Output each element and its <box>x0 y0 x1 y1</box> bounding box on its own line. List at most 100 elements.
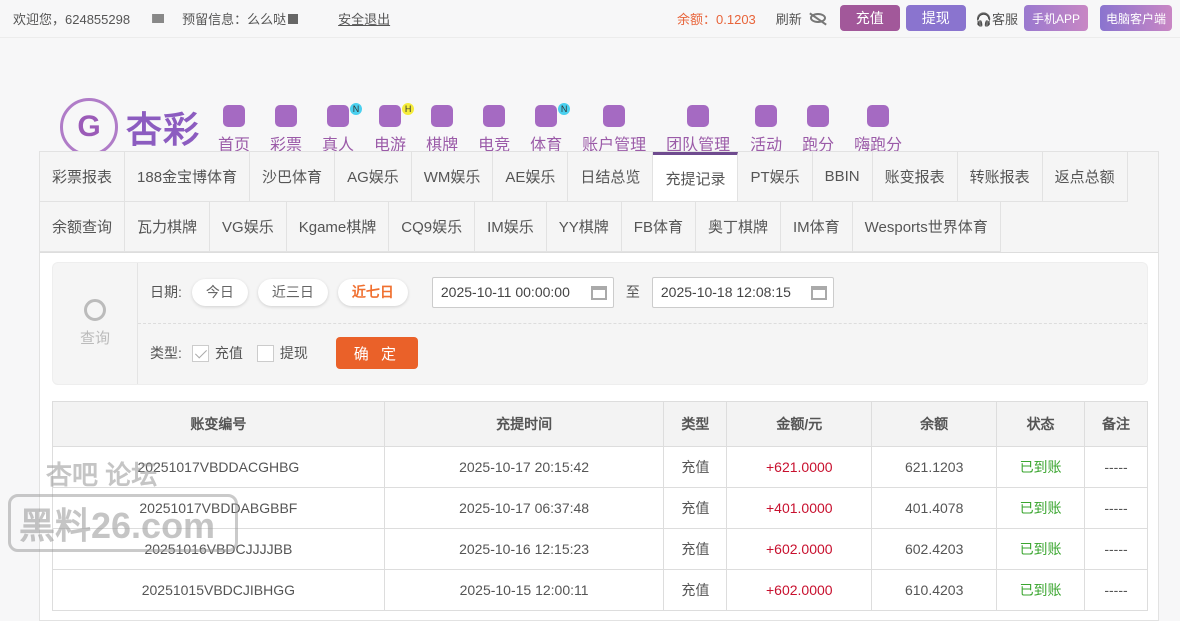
tab-item[interactable]: IM体育 <box>780 202 853 252</box>
nav-badge: N <box>350 103 363 115</box>
nav-icon <box>327 105 350 127</box>
tab-item[interactable]: 余额查询 <box>40 202 126 252</box>
start-date-input[interactable]: 2025-10-11 00:00:00 <box>431 276 614 308</box>
nav-item[interactable]: 体育 N <box>530 103 571 155</box>
nav-item[interactable]: 彩票 <box>270 105 302 155</box>
nav-icon <box>431 105 454 127</box>
table-cell: +602.0000 <box>726 528 873 570</box>
table-cell: 充值 <box>663 569 728 611</box>
table-cell: 已到账 <box>996 528 1086 570</box>
search-icon <box>84 299 106 321</box>
tab-item[interactable]: 188金宝博体育 <box>125 152 251 202</box>
pc-client-button[interactable]: 电脑客户端 <box>1100 5 1172 31</box>
tab-item[interactable]: AG娱乐 <box>335 152 412 202</box>
nav-item[interactable]: 真人 N <box>322 103 363 155</box>
filter-box: 查询 日期: 今日 近三日 近七日 2025-10-11 00:00:00 至 … <box>52 262 1148 385</box>
three-days-button[interactable]: 近三日 <box>257 278 328 306</box>
table-cell: 2025-10-17 06:37:48 <box>383 487 665 529</box>
seven-days-button[interactable]: 近七日 <box>337 278 408 306</box>
edit-icon[interactable] <box>288 13 299 24</box>
nav-icon <box>483 105 506 127</box>
today-button[interactable]: 今日 <box>191 278 248 306</box>
table-cell: 610.4203 <box>871 569 998 611</box>
deposit-checkbox-label: 充值 <box>214 345 243 361</box>
calendar-icon[interactable] <box>590 285 607 300</box>
table-row: 20251016VBDCJJJJBB 2025-10-16 12:15:23 充值 +… <box>52 528 1148 570</box>
nav-item[interactable]: 跑分 <box>802 105 834 155</box>
nav-item[interactable]: 嗨跑分 <box>854 105 902 155</box>
nav-item[interactable]: 首页 <box>218 105 250 155</box>
report-tabs: 彩票报表 188金宝博体育 沙巴体育 AG娱乐 WM娱乐 AE娱乐 日结总览 充提记录 PT娱乐… <box>40 152 1158 253</box>
tab-item[interactable]: YY棋牌 <box>546 202 622 252</box>
tab-item[interactable]: PT娱乐 <box>738 152 813 202</box>
tab-item[interactable]: WM娱乐 <box>411 152 494 202</box>
nav-item[interactable]: 棋牌 <box>426 105 458 155</box>
deposit-checkbox[interactable] <box>191 344 209 362</box>
nav-icon <box>807 105 830 127</box>
end-date-value: 2025-10-18 12:08:15 <box>660 284 791 300</box>
nav-badge: N <box>558 103 571 115</box>
tab-item[interactable]: 彩票报表 <box>40 152 126 202</box>
logo-name: 杏彩 <box>126 109 201 150</box>
column-header: 充提时间 <box>383 401 665 447</box>
table-cell: 602.4203 <box>871 528 998 570</box>
nav-item[interactable]: 账户管理 <box>582 105 646 155</box>
table-cell: 20251016VBDCJJJJBB <box>52 528 385 570</box>
tab-item[interactable]: VG娱乐 <box>210 202 287 252</box>
tab-item[interactable]: Wesports世界体育 <box>852 202 1001 252</box>
tab-item[interactable]: 账变报表 <box>872 152 958 202</box>
table-cell: 已到账 <box>996 446 1086 488</box>
nav-item[interactable]: 团队管理 <box>666 105 730 155</box>
tab-item[interactable]: Kgame棋牌 <box>286 202 390 252</box>
table-cell: 充值 <box>663 487 728 529</box>
mail-icon[interactable] <box>152 14 165 23</box>
tab-item[interactable]: FB体育 <box>621 202 696 252</box>
column-header: 备注 <box>1084 401 1148 447</box>
nav-icon <box>535 105 558 127</box>
tab-item[interactable]: 返点总额 <box>1042 152 1128 202</box>
logo[interactable]: G 杏彩 <box>60 98 200 156</box>
tab-item[interactable]: 沙巴体育 <box>250 152 336 202</box>
hide-balance-icon[interactable] <box>809 13 826 23</box>
tab-item[interactable]: AE娱乐 <box>493 152 569 202</box>
nav-item[interactable]: 电游 H <box>374 103 415 155</box>
table-cell: 2025-10-17 20:15:42 <box>383 446 665 488</box>
logout-link[interactable]: 安全退出 <box>338 9 390 28</box>
welcome-text: 欢迎您，624855298 <box>13 12 131 27</box>
nav-icon <box>687 105 710 127</box>
confirm-button[interactable]: 确 定 <box>335 337 418 369</box>
tab-item[interactable]: 转账报表 <box>957 152 1043 202</box>
withdraw-checkbox-label: 提现 <box>279 345 308 361</box>
withdraw-checkbox[interactable] <box>256 344 274 362</box>
tab-item[interactable]: IM娱乐 <box>475 202 547 252</box>
nav-icon <box>603 105 626 127</box>
service-label: 客服 <box>991 11 1018 27</box>
customer-service-link[interactable]: 🎧客服 <box>976 9 1018 28</box>
date-label: 日期: <box>150 284 182 300</box>
nav-item[interactable]: 活动 <box>750 105 782 155</box>
refresh-link[interactable]: 刷新 <box>776 9 802 28</box>
table-cell: 已到账 <box>996 487 1086 529</box>
tab-item[interactable]: BBIN <box>812 152 873 202</box>
table-row: 20251015VBDCJIBHGG 2025-10-15 12:00:11 充值 +… <box>52 569 1148 611</box>
type-label: 类型: <box>150 345 182 361</box>
tab-item[interactable]: 奥丁棋牌 <box>695 202 781 252</box>
mobile-app-button[interactable]: 手机APP <box>1024 5 1088 31</box>
calendar-icon[interactable] <box>810 285 827 300</box>
tab-item[interactable]: 充提记录 <box>653 152 739 202</box>
to-label: 至 <box>625 284 640 300</box>
table-cell: 621.1203 <box>871 446 998 488</box>
table-cell: ----- <box>1084 446 1148 488</box>
tab-item[interactable]: 日结总览 <box>568 152 654 202</box>
nav-item[interactable]: 电竞 <box>478 105 510 155</box>
table-cell: 2025-10-16 12:15:23 <box>383 528 665 570</box>
deposit-button[interactable]: 充值 <box>839 5 900 31</box>
tab-item[interactable]: 瓦力棋牌 <box>125 202 211 252</box>
nav-icon <box>755 105 778 127</box>
records-table: 账变编号 充提时间 类型 金额/元 余额 状态 备注 20251017VBDDACGHBG 2… <box>52 401 1148 611</box>
withdraw-button[interactable]: 提现 <box>905 5 966 31</box>
nav-badge: H <box>402 103 415 115</box>
end-date-input[interactable]: 2025-10-18 12:08:15 <box>651 276 834 308</box>
tab-item[interactable]: CQ9娱乐 <box>389 202 476 252</box>
table-cell: 2025-10-15 12:00:11 <box>383 569 665 611</box>
